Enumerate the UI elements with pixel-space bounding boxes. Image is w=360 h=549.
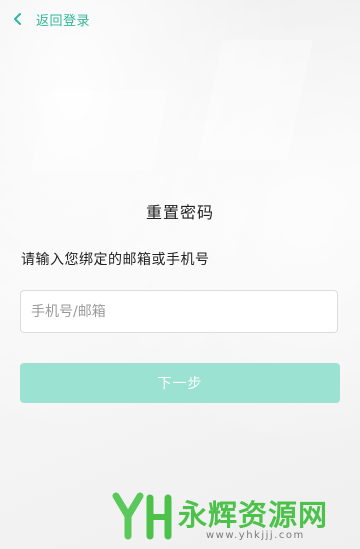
- back-label: 返回登录: [36, 13, 91, 29]
- page-background: [0, 0, 360, 549]
- account-input[interactable]: [20, 290, 338, 333]
- background-light-patch: [31, 90, 169, 170]
- back-to-login-button[interactable]: 返回登录: [12, 8, 90, 30]
- next-step-button[interactable]: 下一步: [20, 363, 340, 403]
- instruction-text: 请输入您绑定的邮箱或手机号: [21, 252, 210, 268]
- chevron-left-icon: [14, 13, 21, 25]
- top-bar: 返回登录: [0, 0, 360, 38]
- watermark-url: www.yhkjjj.com: [206, 530, 305, 541]
- yh-logo-icon: [112, 492, 172, 540]
- watermark-title: 永辉资源网: [178, 498, 329, 532]
- watermark: 永辉资源网 www.yhkjjj.com: [112, 490, 357, 546]
- page-title: 重置密码: [145, 203, 214, 222]
